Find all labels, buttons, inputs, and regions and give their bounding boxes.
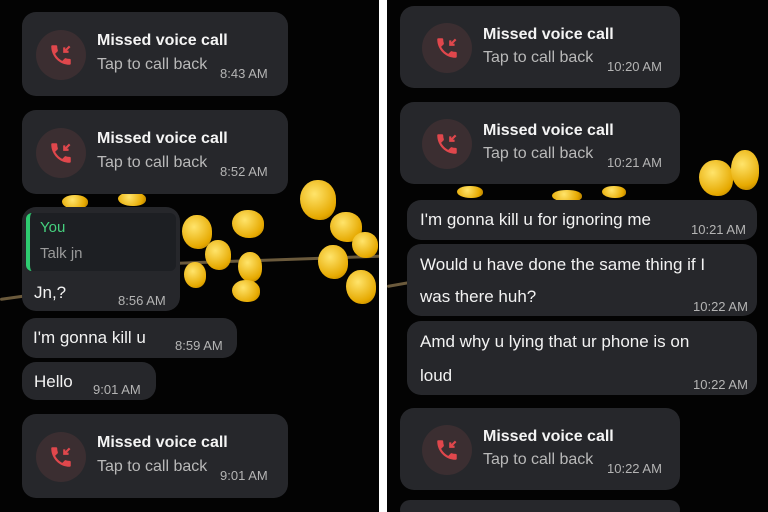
screenshot-divider [379,0,387,512]
missed-call-icon [36,432,86,482]
text-message-bubble[interactable]: Hello 9:01 AM [22,362,156,400]
missed-call-bubble[interactable]: Missed voice call Tap to call back 8:43 … [22,12,288,96]
flower-decoration [699,160,733,196]
flower-decoration [457,186,483,198]
call-title: Missed voice call [483,122,614,139]
message-text-line: loud [420,366,453,385]
flower-decoration [352,232,378,258]
message-text: I'm gonna kill u [33,328,146,347]
message-text-line: was there huh? [420,287,537,306]
missed-call-bubble[interactable]: Missed voice call Tap to call back 10:20… [400,6,680,88]
flower-decoration [118,192,146,206]
missed-call-icon [36,30,86,80]
text-message-bubble[interactable]: I'm gonna kill u for ignoring me 10:21 A… [407,200,757,240]
message-time: 8:59 AM [175,338,223,353]
quote-author: You [40,219,66,236]
missed-call-bubble[interactable]: Missed voice call Tap to call back 10:22… [400,408,680,490]
missed-call-bubble[interactable]: Missed voice call Tap to call back 10:21… [400,102,680,184]
missed-call-bubble[interactable]: Missed voice call Tap to call back 9:01 … [22,414,288,498]
missed-call-icon [422,425,472,475]
flower-decoration [602,186,626,198]
text-message-bubble[interactable]: Amd why u lying that ur phone is on loud… [407,321,757,395]
partial-message-bubble[interactable] [400,500,680,512]
message-time: 9:01 AM [93,382,141,397]
message-text-line: Would u have done the same thing if I [420,255,706,274]
missed-call-icon [422,23,472,73]
missed-call-icon [36,128,86,178]
text-message-bubble[interactable]: I'm gonna kill u 8:59 AM [22,318,237,358]
missed-call-icon [422,119,472,169]
message-time: 10:21 AM [607,155,662,170]
quote-text: Talk jn [40,245,83,262]
call-subtitle: Tap to call back [97,154,208,171]
flower-decoration [184,262,206,288]
message-text: Jn,? [34,283,67,302]
message-time: 10:22 AM [607,461,662,476]
message-time: 10:22 AM [693,377,748,392]
message-time: 8:52 AM [220,164,268,179]
flower-decoration [232,210,264,238]
call-subtitle: Tap to call back [483,49,594,66]
flower-decoration [232,280,260,302]
message-time: 10:20 AM [607,59,662,74]
call-title: Missed voice call [483,26,614,43]
message-text: Hello [34,372,73,391]
flower-decoration [238,252,262,282]
call-subtitle: Tap to call back [483,451,594,468]
chat-panel-left: Missed voice call Tap to call back 8:43 … [0,0,379,512]
flower-decoration [300,180,336,220]
message-time: 10:21 AM [691,222,746,237]
text-message-bubble[interactable]: Would u have done the same thing if I wa… [407,244,757,316]
quoted-message[interactable]: You Talk jn [26,213,176,271]
chat-panel-right: Missed voice call Tap to call back 10:20… [387,0,768,512]
call-subtitle: Tap to call back [97,458,208,475]
message-time: 8:43 AM [220,66,268,81]
call-title: Missed voice call [483,428,614,445]
call-subtitle: Tap to call back [97,56,208,73]
flower-decoration [205,240,231,270]
call-title: Missed voice call [97,32,228,49]
message-text-line: Amd why u lying that ur phone is on [420,332,690,351]
flower-decoration [318,245,348,279]
flower-decoration [731,150,759,190]
reply-message-bubble[interactable]: You Talk jn Jn,? 8:56 AM [22,207,180,311]
message-time: 8:56 AM [118,293,166,308]
flower-decoration [346,270,376,304]
message-time: 10:22 AM [693,299,748,314]
call-title: Missed voice call [97,130,228,147]
message-text: I'm gonna kill u for ignoring me [420,210,651,229]
call-title: Missed voice call [97,434,228,451]
message-time: 9:01 AM [220,468,268,483]
call-subtitle: Tap to call back [483,145,594,162]
missed-call-bubble[interactable]: Missed voice call Tap to call back 8:52 … [22,110,288,194]
